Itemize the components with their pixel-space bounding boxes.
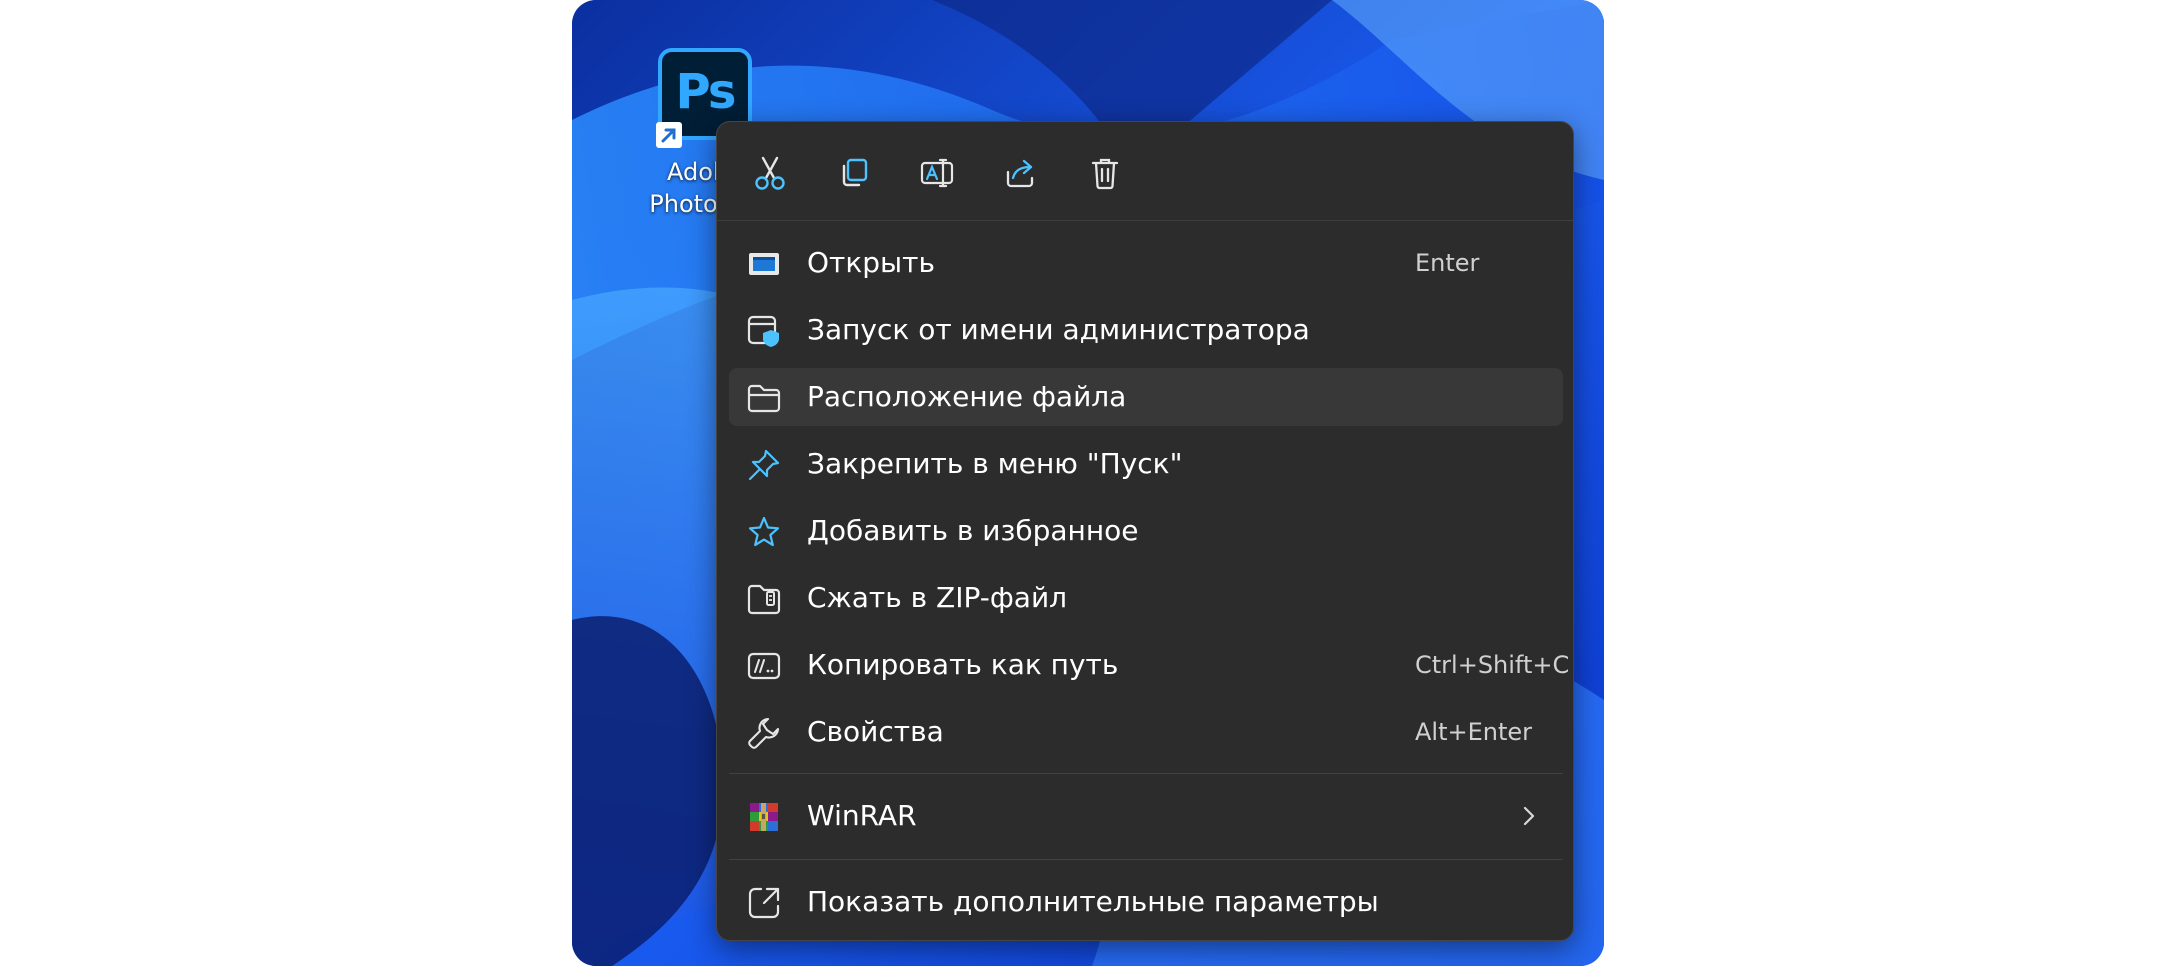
menu-item-file-location[interactable]: Расположение файла [729,368,1563,426]
menu-item-shortcut: Alt+Enter [1415,718,1533,746]
menu-item-label: Открыть [807,246,935,279]
show-more-icon [747,886,781,920]
toolbar-divider [717,220,1573,221]
menu-item-run-as-admin[interactable]: Запуск от имени администратора [729,301,1563,359]
wrench-icon [747,716,781,750]
chevron-right-icon [1523,806,1535,826]
menu-item-label: Свойства [807,715,944,748]
menu-item-label: Сжать в ZIP-файл [807,581,1068,614]
trash-icon [1091,158,1119,190]
menu-item-show-more-options[interactable]: Показать дополнительные параметры [729,873,1563,931]
zip-folder-icon [747,582,781,616]
menu-divider [729,859,1563,860]
admin-shield-icon [747,314,781,348]
star-icon [747,515,781,549]
menu-item-properties[interactable]: Свойства Alt+Enter [729,703,1563,761]
menu-item-open[interactable]: Открыть Enter [729,234,1563,292]
pin-icon [747,448,781,482]
delete-button[interactable] [1073,146,1137,200]
menu-item-pin-to-start[interactable]: Закрепить в меню "Пуск" [729,435,1563,493]
menu-item-compress-zip[interactable]: Сжать в ZIP-файл [729,569,1563,627]
menu-divider [729,773,1563,774]
menu-item-label: Закрепить в меню "Пуск" [807,447,1183,480]
menu-item-label: Показать дополнительные параметры [807,885,1379,918]
share-button[interactable] [989,146,1053,200]
menu-item-label: Добавить в избранное [807,514,1139,547]
copy-path-icon [747,649,781,683]
winrar-icon [747,800,781,834]
context-menu-toolbar [717,122,1573,220]
scissors-icon [755,156,785,190]
share-icon [1006,159,1034,188]
menu-item-shortcut: Ctrl+Shift+C [1415,651,1570,679]
open-app-icon [747,247,781,281]
rename-button[interactable] [905,146,969,200]
context-menu: Открыть Enter Запуск от имени администра… [716,121,1574,941]
rename-icon [920,158,954,188]
copy-button[interactable] [822,146,886,200]
shortcut-arrow-icon [656,122,682,148]
menu-item-shortcut: Enter [1415,249,1480,277]
menu-item-label: Запуск от имени администратора [807,313,1310,346]
menu-item-add-to-favorites[interactable]: Добавить в избранное [729,502,1563,560]
menu-item-winrar[interactable]: WinRAR [729,787,1563,845]
cut-button[interactable] [738,146,802,200]
menu-item-label: WinRAR [807,799,917,832]
copy-icon [842,158,868,187]
menu-item-label: Копировать как путь [807,648,1119,681]
menu-item-label: Расположение файла [807,380,1127,413]
folder-icon [747,381,781,415]
photoshop-shortcut[interactable]: Ps Adobe Photosh.. [608,48,761,218]
menu-item-copy-as-path[interactable]: Копировать как путь Ctrl+Shift+C [729,636,1569,694]
